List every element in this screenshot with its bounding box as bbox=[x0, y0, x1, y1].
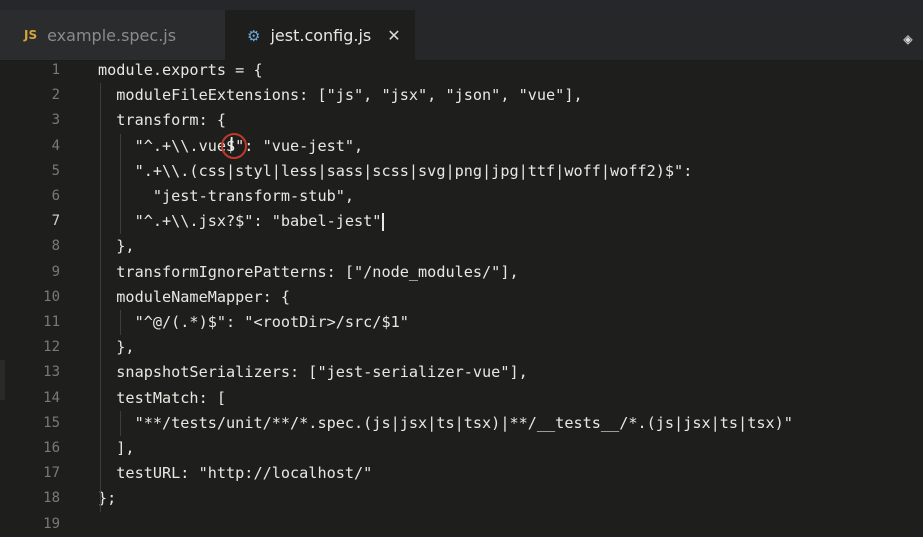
code-text[interactable]: transformIgnorePatterns: ["/node_modules… bbox=[98, 260, 518, 285]
indent-guide bbox=[120, 410, 121, 436]
code-text[interactable]: ], bbox=[98, 436, 134, 461]
indent-guide bbox=[100, 83, 101, 512]
indent-guide bbox=[120, 133, 121, 235]
indent-guide bbox=[120, 310, 121, 336]
text-caret bbox=[382, 212, 385, 231]
tab-jest-config[interactable]: ⚙ jest.config.js ✕ bbox=[225, 10, 415, 61]
code-text[interactable]: snapshotSerializers: ["jest-serializer-v… bbox=[98, 360, 527, 385]
line-number: 2 bbox=[51, 87, 60, 104]
code-line[interactable]: 5 ".+\\.(css|styl|less|sass|scss|svg|png… bbox=[0, 159, 923, 184]
line-number: 11 bbox=[43, 314, 60, 330]
code-line[interactable]: 11 "^@/(.*)$": "<rootDir>/src/$1" bbox=[0, 310, 923, 335]
line-number: 1 bbox=[51, 62, 60, 78]
editor-tab-bar: JS example.spec.js ⚙ jest.config.js ✕ ◈ bbox=[0, 10, 923, 61]
code-line[interactable]: 6 "jest-transform-stub", bbox=[0, 184, 923, 209]
code-text[interactable]: "^.+\\.jsx?$": "babel-jest" bbox=[98, 209, 385, 234]
window-top-strip bbox=[0, 0, 923, 10]
tab-label: example.spec.js bbox=[47, 25, 177, 45]
code-text[interactable]: ".+\\.(css|styl|less|sass|scss|svg|png|j… bbox=[98, 159, 693, 184]
close-icon[interactable]: ✕ bbox=[387, 26, 400, 45]
code-text[interactable]: moduleNameMapper: { bbox=[98, 285, 290, 310]
code-line[interactable]: 19 bbox=[0, 512, 923, 537]
code-line[interactable]: 16 ], bbox=[0, 436, 923, 461]
code-line[interactable]: 14 testMatch: [ bbox=[0, 386, 923, 411]
code-line[interactable]: 2 moduleFileExtensions: ["js", "jsx", "j… bbox=[0, 83, 923, 108]
code-line[interactable]: 12 }, bbox=[0, 335, 923, 360]
line-number: 6 bbox=[51, 188, 60, 204]
line-number: 19 bbox=[43, 515, 60, 532]
code-text[interactable]: }, bbox=[98, 234, 134, 259]
line-number: 18 bbox=[43, 490, 60, 507]
line-number: 13 bbox=[43, 364, 60, 381]
line-number: 9 bbox=[51, 263, 60, 280]
code-text[interactable]: module.exports = { bbox=[98, 58, 263, 83]
code-text[interactable]: testMatch: [ bbox=[98, 386, 226, 411]
line-number: 8 bbox=[51, 238, 60, 255]
tab-label: jest.config.js bbox=[270, 26, 372, 45]
code-text[interactable]: testURL: "http://localhost/" bbox=[98, 461, 372, 486]
code-line[interactable]: 15 "**/tests/unit/**/*.spec.(js|jsx|ts|t… bbox=[0, 411, 923, 436]
line-number: 3 bbox=[51, 112, 60, 129]
gear-icon: ⚙ bbox=[247, 26, 261, 45]
code-line[interactable]: 13 snapshotSerializers: ["jest-serialize… bbox=[0, 360, 923, 385]
code-text[interactable]: "^@/(.*)$": "<rootDir>/src/$1" bbox=[98, 310, 409, 335]
code-line[interactable]: 7 "^.+\\.jsx?$": "babel-jest" bbox=[0, 209, 923, 234]
text-cursor-icon: I bbox=[229, 134, 235, 155]
code-text[interactable]: transform: { bbox=[98, 108, 226, 133]
code-line[interactable]: 4 "^.+\\.vue$": "vue-jest", bbox=[0, 134, 923, 159]
line-number: 15 bbox=[43, 414, 60, 431]
line-number: 17 bbox=[43, 465, 60, 482]
code-line[interactable]: 8 }, bbox=[0, 234, 923, 259]
tab-example-spec[interactable]: JS example.spec.js bbox=[0, 10, 225, 60]
code-line[interactable]: 3 transform: { bbox=[0, 108, 923, 133]
js-file-icon: JS bbox=[24, 28, 38, 42]
line-number: 5 bbox=[51, 162, 60, 179]
code-line[interactable]: 17 testURL: "http://localhost/" bbox=[0, 461, 923, 486]
line-number: 16 bbox=[43, 440, 60, 456]
code-line[interactable]: 10 moduleNameMapper: { bbox=[0, 285, 923, 310]
code-line[interactable]: 1 module.exports = { bbox=[0, 58, 923, 83]
line-number: 12 bbox=[43, 339, 60, 356]
line-number: 14 bbox=[43, 389, 60, 406]
line-number: 10 bbox=[43, 288, 60, 305]
code-text[interactable]: "jest-transform-stub", bbox=[98, 184, 354, 209]
line-number: 4 bbox=[51, 137, 60, 154]
code-text[interactable]: }, bbox=[98, 335, 134, 360]
line-number: 7 bbox=[51, 213, 60, 230]
code-text[interactable]: "**/tests/unit/**/*.spec.(js|jsx|ts|tsx)… bbox=[98, 411, 793, 436]
gutter-marker bbox=[0, 360, 5, 400]
code-editor[interactable]: 1 module.exports = {2 moduleFileExtension… bbox=[0, 61, 923, 534]
code-line[interactable]: 9 transformIgnorePatterns: ["/node_modul… bbox=[0, 260, 923, 285]
diff-toggle-icon[interactable]: ◈ bbox=[899, 30, 917, 48]
code-line[interactable]: 18}; bbox=[0, 486, 923, 511]
code-text[interactable]: moduleFileExtensions: ["js", "jsx", "jso… bbox=[98, 83, 582, 108]
